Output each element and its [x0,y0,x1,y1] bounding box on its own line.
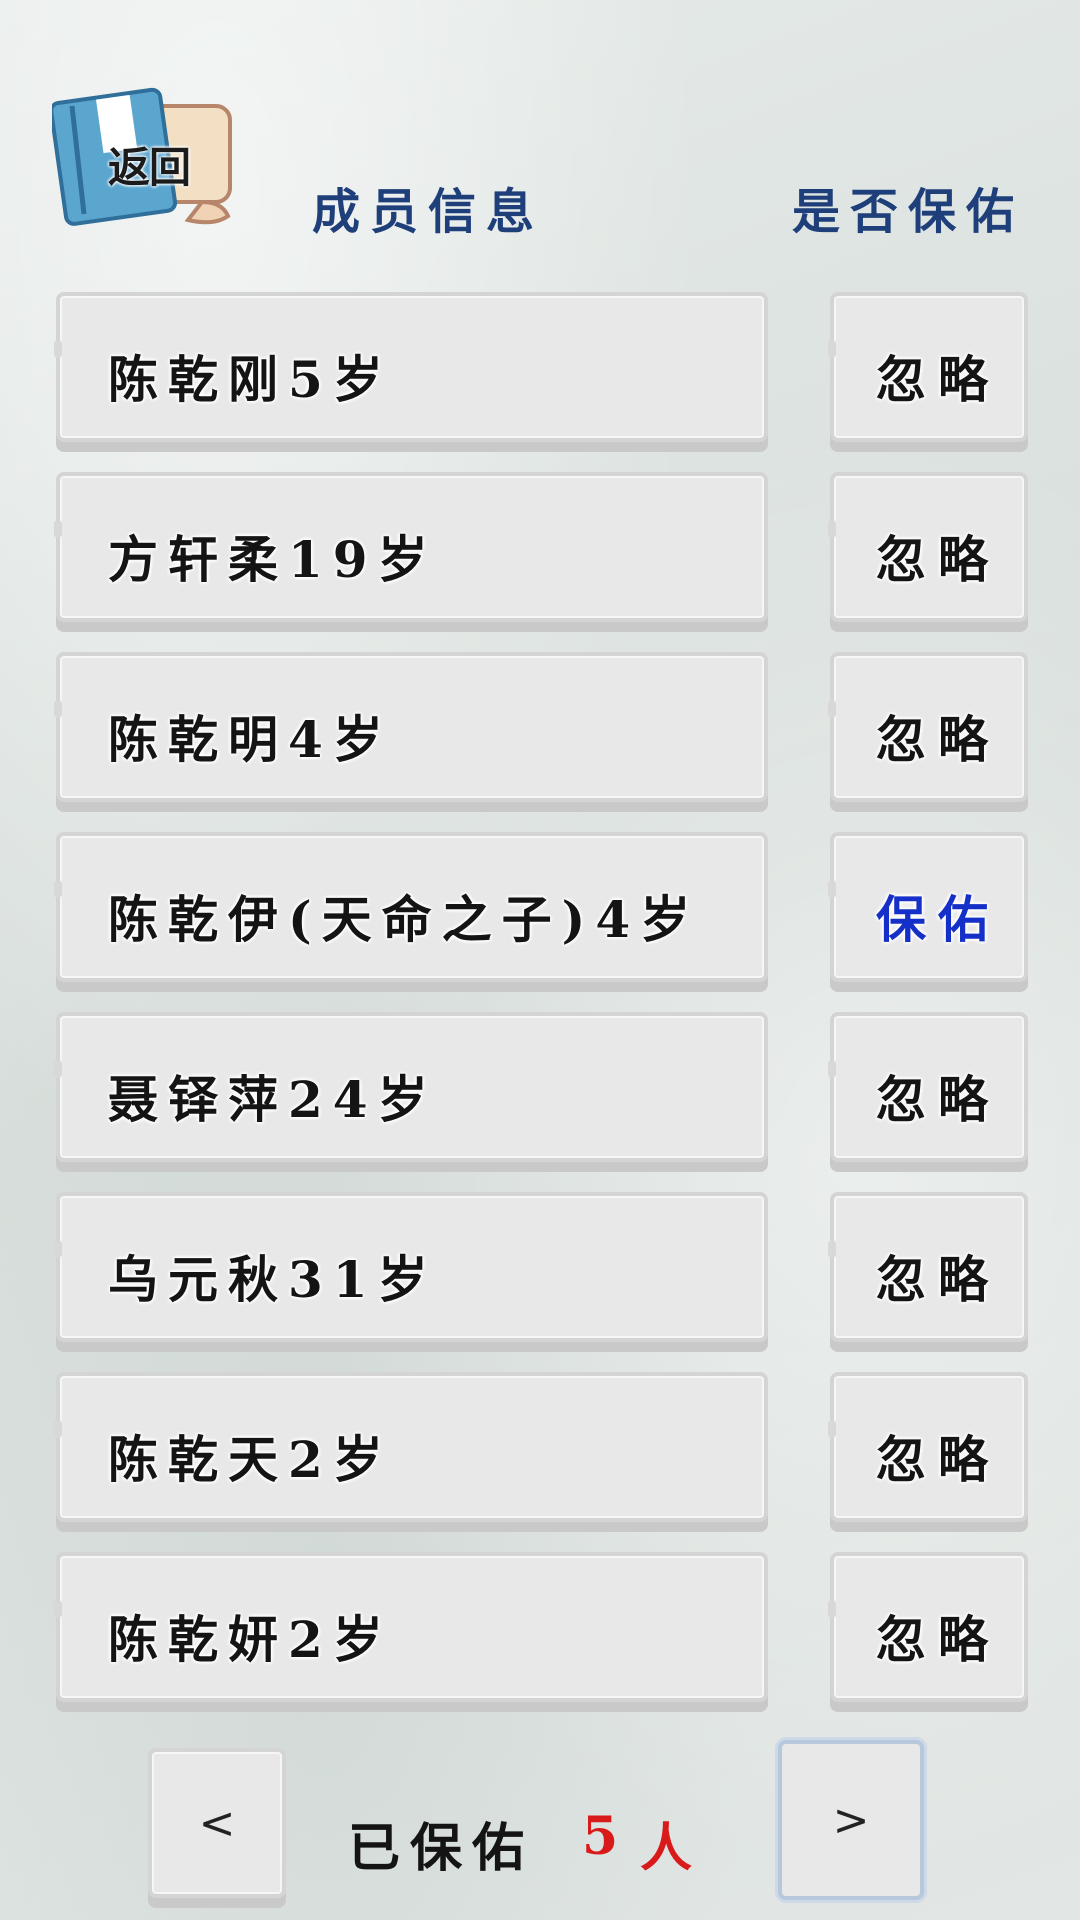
member-row: 陈乾刚5岁 忽略 [0,292,1080,452]
protect-header: 是否保佑 [792,184,1025,240]
member-row: 方轩柔19岁 忽略 [0,472,1080,632]
member-name: 陈乾天2岁 [108,1430,393,1489]
member-row: 陈乾伊(天命之子)4岁 保佑 [0,832,1080,992]
protect-toggle-label: 忽略 [876,530,1000,589]
protect-toggle-label: 忽略 [876,1070,1000,1129]
member-row: 陈乾明4岁 忽略 [0,652,1080,812]
prev-page-button[interactable]: < [148,1748,286,1898]
protect-toggle-label: 忽略 [876,1430,1000,1489]
member-name: 陈乾伊(天命之子)4岁 [108,890,701,949]
protect-toggle-label: 忽略 [876,710,1000,769]
member-row: 陈乾天2岁 忽略 [0,1372,1080,1532]
next-page-button[interactable]: > [778,1740,924,1900]
member-name: 乌元秋31岁 [108,1250,438,1309]
back-label: 返回 [108,143,191,192]
protected-unit: 人 [640,1818,693,1879]
member-name: 陈乾明4岁 [108,710,393,769]
protect-toggle-label: 忽略 [876,350,1000,409]
protected-summary-label: 已保佑 [348,1818,535,1879]
member-name: 陈乾妍2岁 [108,1610,393,1669]
member-row: 聂铎萍24岁 忽略 [0,1012,1080,1172]
protect-toggle-label: 忽略 [876,1250,1000,1309]
protected-count: 5 [582,1806,629,1867]
member-name: 方轩柔19岁 [108,530,438,589]
member-name: 陈乾刚5岁 [108,350,393,409]
member-row: 陈乾妍2岁 忽略 [0,1552,1080,1712]
member-name: 聂铎萍24岁 [108,1070,438,1129]
protect-toggle-label: 保佑 [876,890,1000,949]
protect-toggle-label: 忽略 [876,1610,1000,1669]
member-info-header: 成员信息 [312,184,545,240]
member-row: 乌元秋31岁 忽略 [0,1192,1080,1352]
